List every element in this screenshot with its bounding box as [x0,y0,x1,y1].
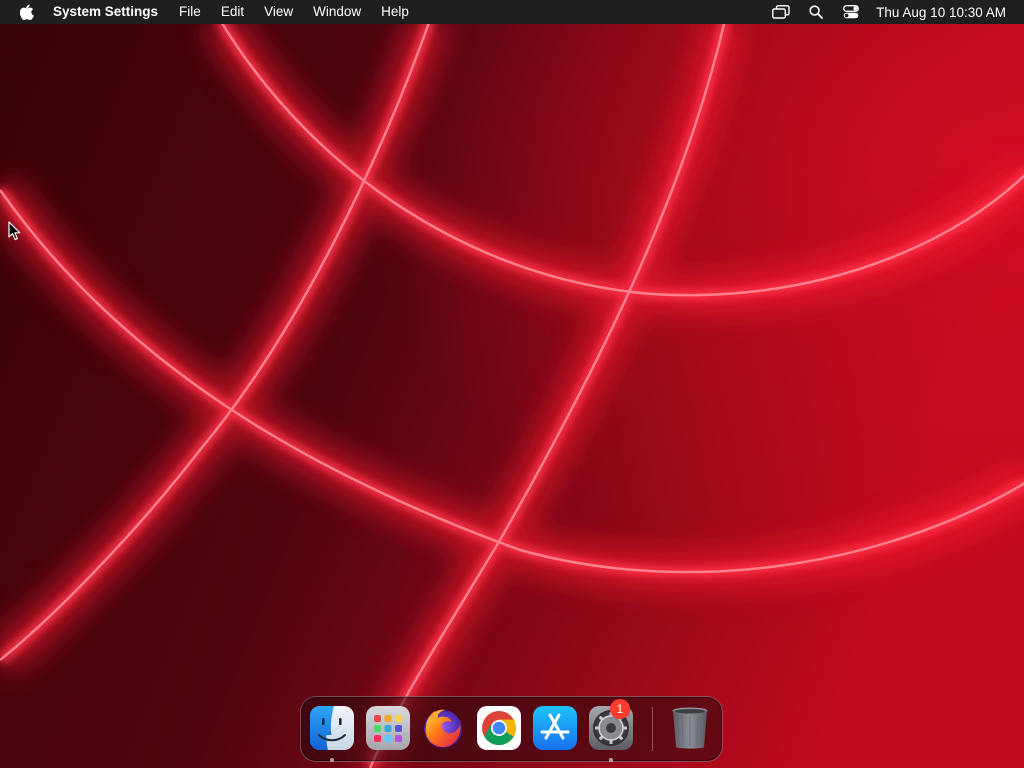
dock-finder[interactable] [309,705,355,751]
menu-bar: System Settings File Edit View Window He… [0,0,1024,24]
control-center-icon[interactable] [842,4,860,20]
firefox-icon [424,709,462,748]
desktop[interactable]: System Settings File Edit View Window He… [0,0,1024,768]
menu-file[interactable]: File [169,0,211,24]
finder-running-indicator [330,758,334,762]
screen-mirroring-icon[interactable] [772,4,790,20]
menu-view[interactable]: View [254,0,303,24]
launchpad-icon [366,706,410,750]
dock-firefox[interactable] [420,705,466,751]
menu-edit[interactable]: Edit [211,0,254,24]
dock: 1 [300,696,723,762]
mouse-pointer-icon [8,221,21,241]
finder-icon [310,706,354,750]
apple-logo-icon[interactable] [20,4,34,20]
menu-bar-clock[interactable]: Thu Aug 10 10:30 AM [876,5,1006,20]
menu-help[interactable]: Help [371,0,419,24]
system-settings-running-indicator [609,758,613,762]
chrome-icon [477,706,521,750]
wallpaper [0,0,1024,768]
menu-app-name[interactable]: System Settings [53,0,169,24]
trash-icon [672,707,708,749]
dock-trash[interactable] [667,705,713,751]
menu-window[interactable]: Window [303,0,371,24]
dock-separator [652,707,653,751]
dock-app-store[interactable] [532,705,578,751]
dock-launchpad[interactable] [365,705,411,751]
dock-chrome[interactable] [476,705,522,751]
system-settings-badge: 1 [610,699,630,719]
spotlight-search-icon[interactable] [807,4,825,20]
app-store-icon [533,706,577,750]
